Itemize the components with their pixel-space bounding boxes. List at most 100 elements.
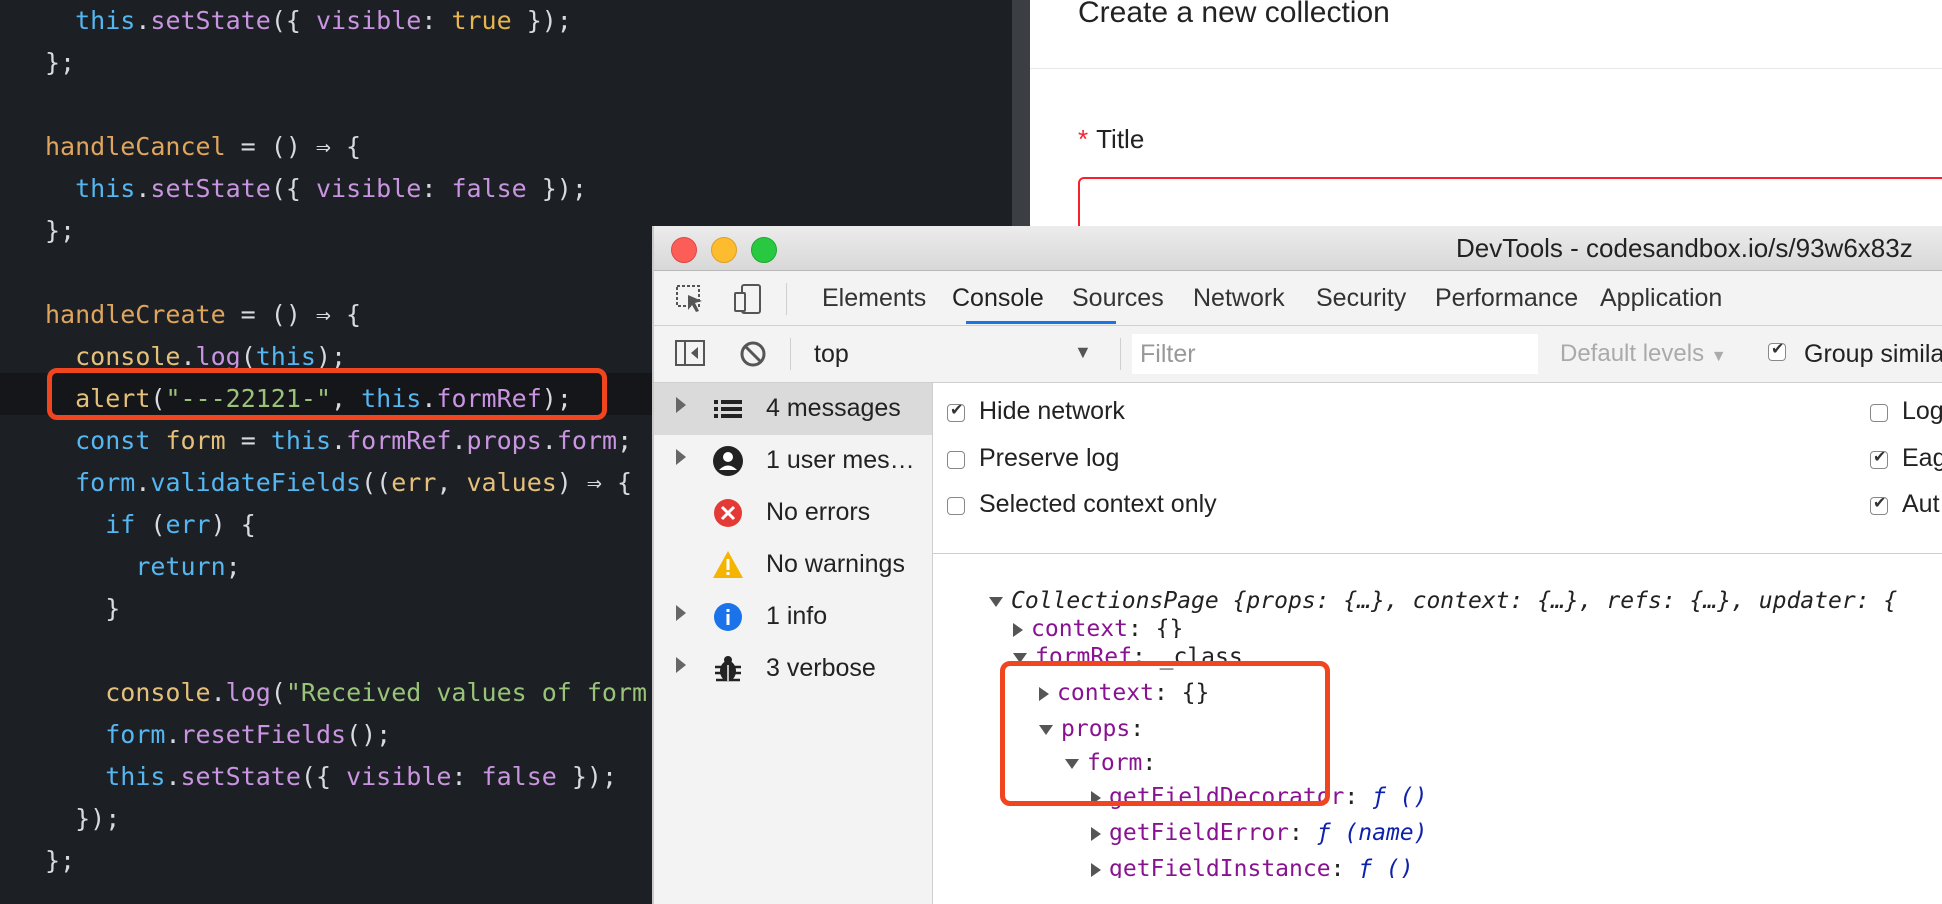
- sidebar-item-warnings[interactable]: No warnings: [654, 539, 932, 591]
- sidebar-toggle-icon[interactable]: [674, 338, 708, 368]
- window-title: DevTools - codesandbox.io/s/93w6x83z: [1456, 233, 1913, 263]
- sidebar-item-label: No warnings: [766, 550, 905, 578]
- toolbar-separator: [786, 283, 787, 315]
- log-levels-dropdown[interactable]: Default levels ▼: [1560, 340, 1727, 368]
- log-xmlhttprequests-label: Log: [1902, 397, 1942, 425]
- property-value: ƒ (): [1372, 784, 1428, 810]
- code-line: form.validateFields((err, values) ⇒ {: [75, 468, 633, 497]
- autocomplete-checkbox[interactable]: [1870, 493, 1888, 515]
- tab-network[interactable]: Network: [1193, 271, 1285, 325]
- sidebar-item-user-messages[interactable]: 1 user mes…: [654, 435, 932, 487]
- title-field-label: * Title: [1078, 124, 1144, 155]
- inspect-element-icon[interactable]: [674, 283, 708, 315]
- expand-arrow-icon[interactable]: [1013, 622, 1023, 637]
- collapse-arrow-icon[interactable]: [989, 596, 1003, 607]
- sidebar-item-messages[interactable]: 4 messages: [654, 383, 932, 435]
- filter-input[interactable]: [1132, 334, 1538, 374]
- alert-line-highlight-box: [47, 368, 607, 420]
- expand-arrow-icon[interactable]: [1091, 862, 1101, 877]
- code-line: };: [45, 48, 76, 77]
- tab-application[interactable]: Application: [1600, 271, 1722, 325]
- code-line: }: [45, 594, 121, 623]
- tab-sources[interactable]: Sources: [1072, 271, 1164, 325]
- object-class-name: CollectionsPage: [1011, 588, 1219, 614]
- autocomplete-label: Aut: [1902, 490, 1940, 518]
- object-root-row[interactable]: CollectionsPage {props: {…}, context: {……: [989, 588, 1897, 614]
- device-toolbar-icon[interactable]: [732, 283, 766, 315]
- selected-context-checkbox[interactable]: [947, 497, 965, 515]
- toolbar-separator: [1120, 338, 1121, 370]
- console-sidebar: 4 messages 1 user mes… No errors No warn…: [654, 383, 933, 904]
- user-icon: [713, 446, 743, 476]
- form-method-row[interactable]: getFieldError: ƒ (name): [1091, 820, 1428, 846]
- expand-arrow-icon[interactable]: [676, 449, 686, 465]
- sidebar-item-label: 3 verbose: [766, 654, 876, 682]
- context-value: top: [814, 340, 849, 368]
- close-window-button[interactable]: [671, 237, 697, 263]
- property-key: getFieldInstance: [1109, 856, 1331, 878]
- code-text[interactable]: this.setState({ visible: true }); }; han…: [45, 0, 647, 882]
- code-line: handleCreate = () ⇒ {: [45, 300, 362, 329]
- property-value: ƒ (name): [1316, 820, 1428, 846]
- selected-context-label: Selected context only: [979, 490, 1217, 518]
- expand-arrow-icon[interactable]: [1091, 826, 1101, 841]
- console-toolbar: top ▼ Default levels ▼ Group simila: [654, 326, 1942, 383]
- maximize-window-button[interactable]: [751, 237, 777, 263]
- devtools-tabbar: Elements Console Sources Network Securit…: [654, 271, 1942, 326]
- error-icon: [714, 499, 742, 527]
- form-method-row[interactable]: getFieldInstance: ƒ (): [1091, 856, 1414, 878]
- sidebar-item-label: 1 user mes…: [766, 446, 915, 474]
- code-line: this.setState({ visible: false });: [105, 762, 618, 791]
- code-line: return;: [135, 552, 241, 581]
- code-line: };: [45, 846, 76, 875]
- code-line: handleCancel = () ⇒ {: [45, 132, 362, 161]
- tab-security[interactable]: Security: [1316, 271, 1406, 325]
- expand-arrow-icon[interactable]: [676, 605, 686, 621]
- sidebar-item-label: 4 messages: [766, 394, 901, 422]
- bug-icon: [715, 656, 741, 682]
- active-tab-indicator: [966, 321, 1116, 324]
- sidebar-item-label: No errors: [766, 498, 871, 526]
- code-line: });: [45, 804, 121, 833]
- title-label-text: Title: [1096, 124, 1145, 154]
- sidebar-item-info[interactable]: 1 info: [654, 591, 932, 643]
- object-context-row[interactable]: context: {}: [1013, 616, 1183, 638]
- info-icon: [714, 603, 742, 631]
- preserve-log-label: Preserve log: [979, 444, 1120, 472]
- object-summary: {props: {…}, context: {…}, refs: {…}, up…: [1232, 588, 1898, 614]
- sidebar-item-errors[interactable]: No errors: [654, 487, 932, 539]
- sidebar-item-label: 1 info: [766, 602, 828, 630]
- tab-console[interactable]: Console: [952, 271, 1044, 325]
- eager-evaluation-label: Eag: [1902, 444, 1942, 472]
- modal-divider: [1030, 68, 1942, 69]
- code-line: console.log(this);: [75, 342, 347, 371]
- warning-icon: [713, 551, 743, 578]
- chevron-down-icon: ▼: [1710, 348, 1727, 365]
- clear-console-icon[interactable]: [738, 339, 768, 369]
- required-mark: *: [1078, 124, 1089, 154]
- expand-arrow-icon[interactable]: [676, 657, 686, 673]
- hide-network-label: Hide network: [979, 397, 1125, 425]
- preserve-log-checkbox[interactable]: [947, 451, 965, 469]
- log-levels-label: Default levels: [1560, 340, 1705, 367]
- expand-arrow-icon[interactable]: [676, 397, 686, 413]
- window-titlebar[interactable]: DevTools - codesandbox.io/s/93w6x83z: [654, 226, 1942, 271]
- sidebar-item-verbose[interactable]: 3 verbose: [654, 643, 932, 695]
- code-line: form.resetFields();: [105, 720, 392, 749]
- hide-network-checkbox[interactable]: [947, 400, 965, 422]
- property-value: {}: [1155, 616, 1184, 638]
- tab-performance[interactable]: Performance: [1435, 271, 1578, 325]
- eager-evaluation-checkbox[interactable]: [1870, 447, 1888, 469]
- formref-highlight-box: [1000, 661, 1330, 806]
- context-select[interactable]: top ▼: [814, 334, 1114, 374]
- code-line: };: [45, 216, 76, 245]
- tab-elements[interactable]: Elements: [822, 271, 926, 325]
- group-similar-checkbox[interactable]: [1768, 339, 1786, 361]
- toolbar-separator: [790, 338, 791, 370]
- property-value: ƒ (): [1358, 856, 1414, 878]
- log-xmlhttprequests-checkbox[interactable]: [1870, 404, 1888, 422]
- property-key: getFieldError: [1109, 820, 1290, 846]
- code-line: this.setState({ visible: true });: [75, 6, 572, 35]
- list-icon: [714, 400, 742, 418]
- minimize-window-button[interactable]: [711, 237, 737, 263]
